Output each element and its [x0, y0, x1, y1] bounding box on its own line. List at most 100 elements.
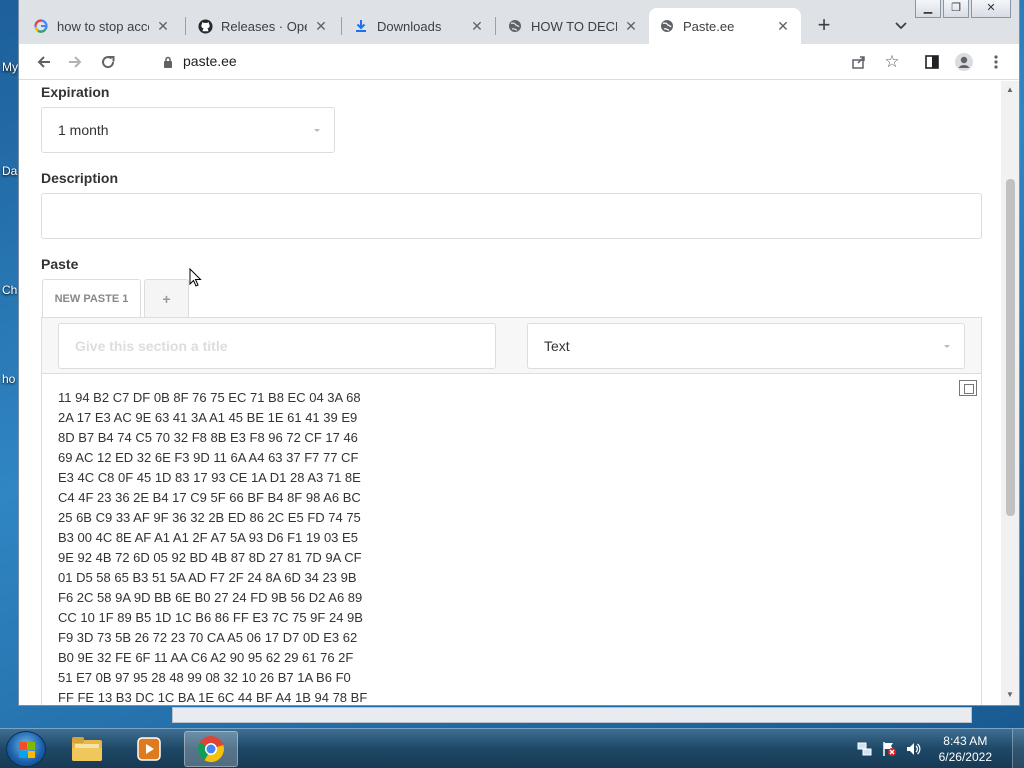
volume-icon[interactable] — [905, 741, 921, 757]
share-icon[interactable] — [846, 49, 872, 75]
address-bar[interactable]: paste.ee — [163, 53, 237, 69]
expiration-value: 1 month — [58, 122, 109, 138]
tab-downloads[interactable]: Downloads ✕ — [343, 8, 495, 44]
description-label: Description — [41, 170, 119, 186]
section-title-input[interactable] — [58, 323, 496, 369]
page-content: Expiration 1 month Description Paste NEW… — [19, 81, 1001, 705]
taskbar: 8:43 AM 6/26/2022 — [0, 728, 1024, 768]
google-icon — [33, 18, 49, 34]
paste-content-line: CC 10 1F 89 B5 1D 1C B6 86 FF E3 7C 75 9… — [58, 610, 363, 625]
expiration-label: Expiration — [41, 84, 110, 100]
browser-window: how to stop acce ✕ Releases · Open- ✕ Do… — [18, 0, 1020, 706]
scroll-up-arrow-icon[interactable]: ▲ — [1005, 85, 1015, 95]
network-icon[interactable] — [857, 741, 873, 757]
paste-content-line: 11 94 B2 C7 DF 0B 8F 76 75 EC 71 B8 EC 0… — [58, 390, 361, 405]
action-center-flag-icon[interactable] — [881, 741, 897, 757]
mouse-cursor-icon — [189, 268, 202, 287]
window-controls: ▁ ❐ ✕ — [915, 0, 1011, 18]
paste-content-line: C4 4F 23 36 2E B4 17 C9 5F 66 BF B4 8F 9… — [58, 490, 361, 505]
paste-panel: Text 11 94 B2 C7 DF 0B 8F 76 75 EC 71 B8… — [41, 317, 982, 705]
new-tab-button[interactable]: + — [812, 12, 836, 40]
paste-section-header: Text — [42, 318, 981, 374]
tab-paste-ee[interactable]: Paste.ee ✕ — [649, 8, 801, 44]
tab-github-releases[interactable]: Releases · Open- ✕ — [187, 8, 339, 44]
paste-content-line: 8D B7 B4 74 C5 70 32 F8 8B E3 F8 96 72 C… — [58, 430, 358, 445]
paste-label: Paste — [41, 256, 79, 272]
paste-content-editor[interactable]: 11 94 B2 C7 DF 0B 8F 76 75 EC 71 B8 EC 0… — [58, 388, 368, 705]
back-arrow-icon[interactable] — [31, 49, 57, 75]
start-button[interactable] — [6, 731, 46, 767]
tab-search-chevron-icon[interactable] — [891, 14, 911, 38]
syntax-value: Text — [544, 338, 570, 354]
desktop-icon-label[interactable]: My — [2, 60, 18, 74]
paste-content-line: 25 6B C9 33 AF 9F 36 32 2B ED 86 2C E5 F… — [58, 510, 361, 525]
profile-avatar-icon[interactable] — [951, 49, 977, 75]
tab-title: Paste.ee — [683, 18, 735, 34]
add-paste-tab-button[interactable]: + — [144, 279, 189, 317]
close-icon[interactable]: ✕ — [155, 18, 171, 34]
close-icon[interactable]: ✕ — [775, 18, 791, 34]
clock[interactable]: 8:43 AM 6/26/2022 — [939, 733, 992, 765]
dropdown-caret-icon — [314, 129, 320, 132]
taskbar-chrome[interactable] — [184, 731, 238, 767]
close-window-button[interactable]: ✕ — [971, 0, 1011, 18]
tab-title: Releases · Open- — [221, 18, 307, 34]
browser-toolbar: paste.ee ☆ — [19, 44, 1019, 80]
tab-new-paste-1[interactable]: NEW PASTE 1 — [42, 279, 141, 317]
globe-icon — [659, 18, 675, 34]
bookmark-star-icon[interactable]: ☆ — [879, 49, 905, 75]
scroll-down-arrow-icon[interactable]: ▼ — [1005, 690, 1015, 700]
paste-content-line: 9E 92 4B 72 6D 05 92 BD 4B 87 8D 27 81 7… — [58, 550, 362, 565]
chrome-icon — [197, 736, 224, 763]
close-icon[interactable]: ✕ — [623, 18, 639, 34]
tab-how-to-decrypt[interactable]: HOW TO DECRYP ✕ — [497, 8, 649, 44]
taskbar-explorer[interactable] — [60, 731, 114, 767]
tab-title: HOW TO DECRYP — [531, 18, 617, 34]
vertical-scrollbar[interactable]: ▲ ▼ — [1001, 81, 1019, 705]
desktop-icon-label[interactable]: Da — [2, 164, 17, 178]
syntax-select[interactable]: Text — [527, 323, 965, 369]
desktop-icon-label[interactable]: Ch — [2, 283, 17, 297]
forward-arrow-icon[interactable] — [62, 49, 88, 75]
close-icon[interactable]: ✕ — [469, 18, 485, 34]
fullscreen-expand-icon[interactable] — [959, 380, 977, 396]
scrollbar-thumb[interactable] — [1006, 179, 1015, 516]
paste-content-line: B3 00 4C 8E AF A1 A1 2F A7 5A 93 D6 F1 1… — [58, 530, 358, 545]
tab-title: how to stop acce — [57, 18, 149, 34]
background-window-strip — [172, 707, 972, 723]
restore-button[interactable]: ❐ — [943, 0, 969, 18]
paste-content-line: B0 9E 32 FE 6F 11 AA C6 A2 90 95 62 29 6… — [58, 650, 354, 665]
menu-kebab-icon[interactable] — [983, 49, 1009, 75]
reload-icon[interactable] — [95, 49, 121, 75]
windows-logo-icon — [19, 742, 35, 758]
show-desktop-button[interactable] — [1012, 729, 1024, 768]
tab-search-result[interactable]: how to stop acce ✕ — [23, 8, 181, 44]
github-icon — [197, 18, 213, 34]
dropdown-caret-icon — [944, 345, 950, 348]
side-panel-icon[interactable] — [919, 49, 945, 75]
expiration-select[interactable]: 1 month — [41, 107, 335, 153]
globe-icon — [507, 18, 523, 34]
close-icon[interactable]: ✕ — [313, 18, 329, 34]
paste-content-line: E3 4C C8 0F 45 1D 83 17 93 CE 1A D1 28 A… — [58, 470, 361, 485]
lock-icon — [163, 55, 173, 68]
clock-date: 6/26/2022 — [938, 750, 992, 764]
clock-time: 8:43 AM — [943, 734, 988, 748]
desktop-icon-label[interactable]: ho — [2, 372, 15, 386]
folder-icon — [72, 737, 102, 761]
paste-content-line: FF FE 13 B3 DC 1C BA 1E 6C 44 BF A4 1B 9… — [58, 690, 368, 705]
paste-content-line: 2A 17 E3 AC 9E 63 41 3A A1 45 BE 1E 61 4… — [58, 410, 358, 425]
tab-title: Downloads — [377, 18, 442, 34]
paste-content-line: 69 AC 12 ED 32 6E F3 9D 11 6A A4 63 37 F… — [58, 450, 359, 465]
description-input[interactable] — [41, 193, 982, 239]
download-icon — [353, 18, 369, 34]
paste-content-line: F6 2C 58 9A 9D BB 6E B0 27 24 FD 9B 56 D… — [58, 590, 363, 605]
paste-content-line: F9 3D 73 5B 26 72 23 70 CA A5 06 17 D7 0… — [58, 630, 358, 645]
url-text: paste.ee — [183, 53, 237, 69]
paste-content-line: 01 D5 58 65 B3 51 5A AD F7 2F 24 8A 6D 3… — [58, 570, 357, 585]
tab-strip: how to stop acce ✕ Releases · Open- ✕ Do… — [19, 0, 1019, 44]
minimize-button[interactable]: ▁ — [915, 0, 941, 18]
paste-content-line: 51 E7 0B 97 95 28 48 99 08 32 10 26 B7 1… — [58, 670, 351, 685]
taskbar-media-player[interactable] — [122, 731, 176, 767]
system-tray: 8:43 AM 6/26/2022 — [857, 729, 1024, 768]
